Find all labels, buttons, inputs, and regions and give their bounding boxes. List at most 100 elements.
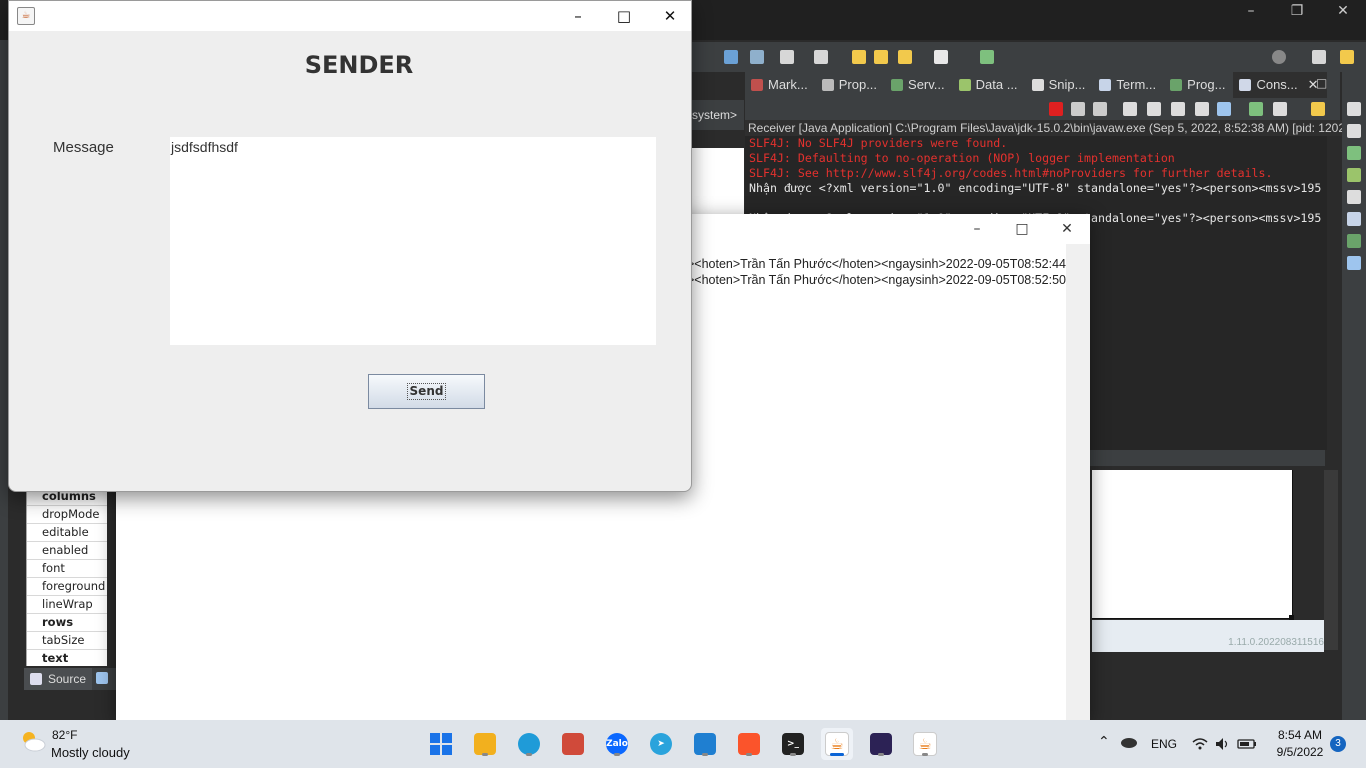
taskbar: 82°F Mostly cloudy Zalo ➤ >_ ☕ ☕ ⌃ ENG 8…	[0, 720, 1366, 768]
view-icon[interactable]	[1347, 102, 1361, 116]
open-console-icon[interactable]	[1273, 102, 1287, 116]
volume-icon	[1216, 738, 1228, 750]
clock-time[interactable]: 8:54 AM	[1272, 728, 1328, 742]
receiver-scrollbar[interactable]	[1066, 244, 1090, 720]
globe-icon[interactable]	[724, 50, 738, 64]
package-tab[interactable]: system>	[692, 100, 744, 130]
show-on-output-icon[interactable]	[1195, 102, 1209, 116]
property-row[interactable]: enabled	[27, 542, 107, 560]
view-icon[interactable]	[1347, 168, 1361, 182]
message-input[interactable]: jsdfsdfhsdf	[170, 137, 656, 345]
clock-date[interactable]: 9/5/2022	[1272, 745, 1328, 759]
tab-markers[interactable]: Mark...	[745, 72, 816, 98]
word-wrap-icon[interactable]	[1171, 102, 1185, 116]
vscode-icon[interactable]	[689, 728, 721, 760]
console-scrollbar[interactable]	[1327, 136, 1341, 450]
back-icon[interactable]	[898, 50, 912, 64]
notification-badge[interactable]: 3	[1330, 736, 1346, 752]
view-icon[interactable]	[1347, 212, 1361, 226]
tab-progress[interactable]: Prog...	[1164, 72, 1233, 98]
remove-all-icon[interactable]	[1093, 102, 1107, 116]
view-icon[interactable]	[1347, 190, 1361, 204]
partly-cloudy-icon[interactable]	[20, 730, 46, 752]
property-row[interactable]: lineWrap	[27, 596, 107, 614]
java-icon-2[interactable]: ☕	[909, 728, 941, 760]
brave-icon[interactable]	[733, 728, 765, 760]
snippets-icon	[1031, 79, 1044, 91]
property-row[interactable]: tabSize	[27, 632, 107, 650]
property-row[interactable]: text	[27, 650, 107, 666]
java-icon[interactable]: ☕	[821, 728, 853, 760]
tab-servers[interactable]: Serv...	[885, 72, 953, 98]
open-task-icon[interactable]	[980, 50, 994, 64]
property-row[interactable]: font	[27, 560, 107, 578]
minimize-icon[interactable]: –	[954, 214, 1000, 244]
close-icon[interactable]: ✕	[647, 1, 691, 31]
close-icon[interactable]: ✕	[1044, 214, 1090, 244]
language-indicator[interactable]: ENG	[1151, 737, 1177, 751]
properties-icon	[821, 79, 834, 91]
view-icon[interactable]	[1347, 146, 1361, 160]
property-row[interactable]: editable	[27, 524, 107, 542]
pin-console-icon[interactable]	[1217, 102, 1231, 116]
view-icon[interactable]	[1347, 124, 1361, 138]
design-scrollbar[interactable]	[1324, 470, 1338, 650]
design-tab-icon[interactable]	[96, 672, 108, 684]
tab-console[interactable]: Cons... ✕	[1233, 72, 1327, 100]
new-icon[interactable]	[780, 50, 794, 64]
debug-icon[interactable]	[750, 50, 764, 64]
telegram-icon[interactable]: ➤	[645, 728, 677, 760]
eclipse-icon[interactable]	[865, 728, 897, 760]
tab-terminal[interactable]: Term...	[1093, 72, 1164, 98]
tab-snippets[interactable]: Snip...	[1026, 72, 1094, 98]
java-icon: ☕	[17, 7, 35, 25]
ide-window-controls: – ❐ ✕	[1228, 0, 1366, 24]
terminal-icon[interactable]: >_	[777, 728, 809, 760]
minimize-view-icon[interactable]: □	[1316, 76, 1336, 90]
prev-annotation-icon[interactable]	[852, 50, 866, 64]
maximize-icon[interactable]: □	[601, 1, 647, 31]
scroll-lock-icon[interactable]	[1147, 102, 1161, 116]
java-perspective-icon[interactable]	[1340, 50, 1354, 64]
minimize-icon[interactable]: –	[1228, 0, 1274, 24]
design-canvas[interactable]	[1092, 470, 1293, 619]
search-icon[interactable]	[1272, 50, 1286, 64]
property-row[interactable]: dropMode	[27, 506, 107, 524]
windows-start-icon[interactable]	[425, 728, 457, 760]
tab-data-source[interactable]: Data ...	[953, 72, 1026, 98]
open-icon[interactable]	[814, 50, 828, 64]
property-row[interactable]: foreground	[27, 578, 107, 596]
markers-icon	[751, 79, 763, 91]
edge-icon[interactable]	[513, 728, 545, 760]
property-row[interactable]: rows	[27, 614, 107, 632]
display-console-icon[interactable]	[1249, 102, 1263, 116]
edge-logo-icon	[518, 733, 540, 755]
ms-store-icon[interactable]	[557, 728, 589, 760]
system-tray[interactable]	[1192, 736, 1258, 752]
view-icon[interactable]	[1347, 234, 1361, 248]
ide-toolbar	[692, 42, 1366, 72]
close-icon[interactable]: ✕	[1320, 0, 1366, 24]
forward-icon[interactable]	[934, 50, 948, 64]
file-explorer-icon[interactable]	[469, 728, 501, 760]
eclipse-logo-icon	[870, 733, 892, 755]
terminate-icon[interactable]	[1049, 102, 1063, 116]
next-annotation-icon[interactable]	[874, 50, 888, 64]
send-button[interactable]: Send	[368, 374, 485, 409]
remove-launch-icon[interactable]	[1071, 102, 1085, 116]
minimize-icon[interactable]: –	[555, 1, 601, 31]
console-icon[interactable]	[1347, 256, 1361, 270]
perspective-icon[interactable]	[1312, 50, 1326, 64]
restore-icon[interactable]: ❐	[1274, 0, 1320, 24]
maximize-icon[interactable]: □	[999, 214, 1045, 244]
zalo-icon[interactable]: Zalo	[601, 728, 633, 760]
view-tab-bar: Mark... Prop... Serv... Data ... Snip...…	[745, 72, 1340, 100]
new-console-icon[interactable]	[1311, 102, 1325, 116]
chevron-up-icon[interactable]: ⌃	[1098, 734, 1110, 750]
tab-properties[interactable]: Prop...	[816, 72, 885, 98]
terminal-view-icon	[1099, 79, 1112, 91]
console-horizontal-scrollbar[interactable]	[1090, 450, 1325, 466]
cloud-icon[interactable]	[1120, 736, 1138, 748]
clear-console-icon[interactable]	[1123, 102, 1137, 116]
tab-source[interactable]: Source	[24, 668, 92, 690]
